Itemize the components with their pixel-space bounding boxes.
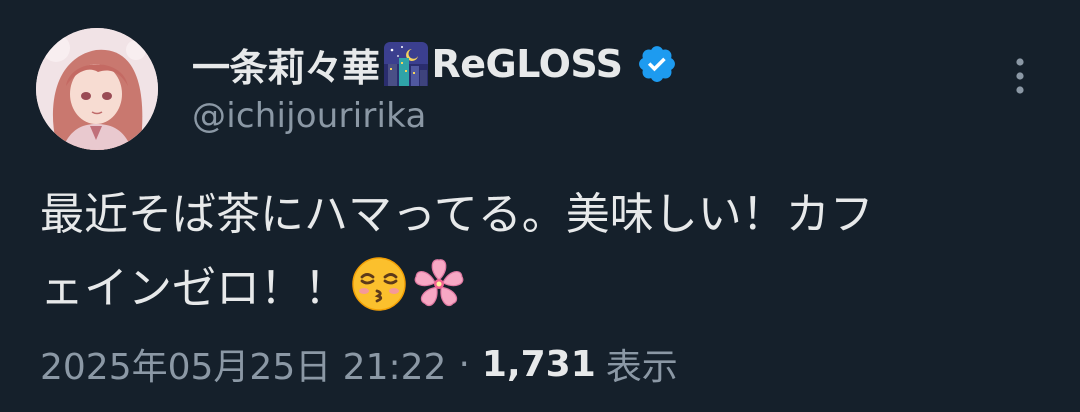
more-vertical-icon[interactable]: [1006, 54, 1034, 98]
author-group-name[interactable]: ReGLOSS: [432, 42, 623, 86]
meta-separator: ·: [458, 343, 470, 385]
verified-badge-icon: [636, 43, 678, 85]
tweet-meta: 2025年05月25日 21:22 · 1,731 表示: [40, 338, 678, 390]
tweet-text-line-2-text: ェインゼロ！！: [40, 263, 348, 314]
views-count: 1,731: [481, 343, 596, 385]
night-city-emoji-icon: [382, 40, 430, 88]
author-name-row[interactable]: 一条莉々華 ReGLOSS: [192, 36, 678, 92]
author-display-name[interactable]: 一条莉々華: [192, 37, 380, 92]
cherry-blossom-emoji-icon: [410, 255, 468, 313]
author-handle[interactable]: @ichijouririka: [192, 96, 427, 136]
kissing-face-emoji-icon: [350, 255, 408, 313]
tweet-text-line-2: ェインゼロ！！: [40, 252, 1040, 326]
tweet-text: 最近そば茶にハマってる。美味しい！カフ ェインゼロ！！: [40, 178, 1040, 326]
tweet-timestamp[interactable]: 2025年05月25日 21:22: [40, 338, 446, 390]
tweet: 一条莉々華 ReGLOSS @ichijouririka 最近そば茶にハマってる…: [0, 0, 1080, 412]
tweet-text-line-1: 最近そば茶にハマってる。美味しい！カフ: [40, 189, 874, 240]
views-label: 表示: [605, 347, 678, 388]
avatar[interactable]: [36, 28, 158, 150]
